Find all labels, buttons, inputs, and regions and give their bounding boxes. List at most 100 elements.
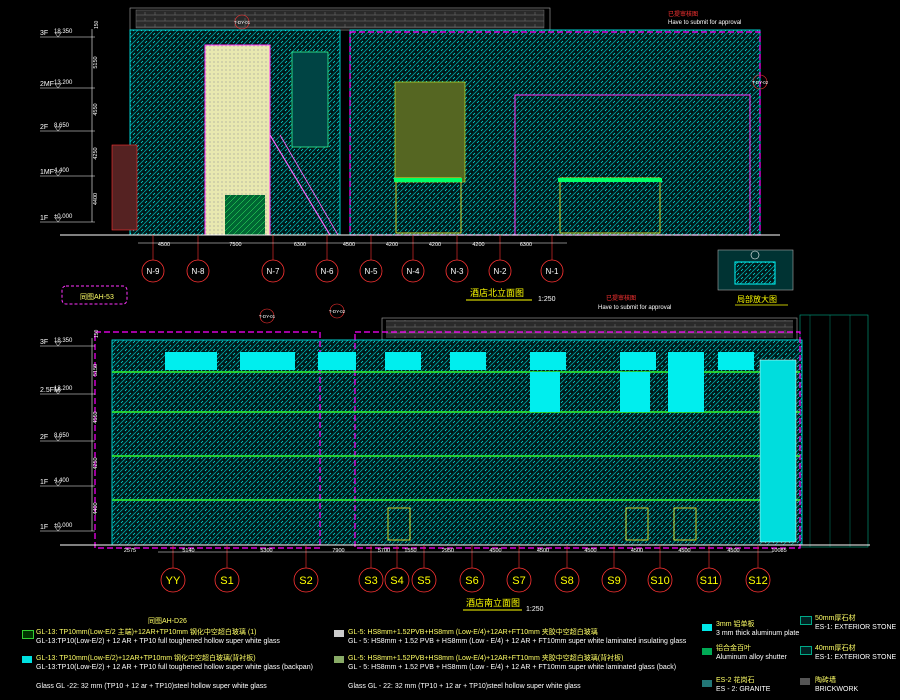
axis-spacing: 7900 — [332, 548, 344, 554]
legend-item-gl5: GL-5: HS8mm+1.52PVB+HS8mm (Low-E/4)+12AR… — [348, 628, 686, 646]
level-elevation: ±0.000 — [54, 523, 73, 529]
legend-item-aluminum-plate-zh: 3mm 铝单板 — [716, 621, 755, 628]
legend-item-gl22-b-en: Glass GL - 22: 32 mm (TP10 + 12 ar + TP1… — [348, 683, 581, 690]
legend-item-brick: 陶砖墙 BRICKWORK — [815, 676, 858, 694]
axis-label: YY — [166, 575, 181, 587]
level-dimension: 5150 — [93, 364, 99, 376]
level-label: 3F — [40, 339, 48, 346]
level-elevation: 4.400 — [54, 478, 70, 484]
south-elevation — [60, 317, 870, 549]
legend-item-gl5-en: GL - 5: HS8mm + 1.52 PVB + HS8mm (Low - … — [348, 638, 687, 645]
north-submit-note-en: Have to submit for approval — [668, 20, 741, 26]
south-level-markers: 3F 18.3502.5FM13.2002F 8.6501F 4.4001F ±0.00… — [40, 329, 100, 532]
legend-item-gl5-back: GL-5: HS8mm+1.52PVB+HS8mm (Low-E/4)+12AR… — [348, 654, 676, 672]
legend-item-aluminum-plate-en: 3 mm thick aluminum plate — [716, 630, 800, 637]
axis-label: S7 — [512, 575, 525, 587]
level-dimension: 5150 — [93, 56, 99, 68]
legend-item-shutter-zh: 铝合金百叶 — [716, 645, 751, 652]
legend-swatch-gl13-backpan — [22, 656, 32, 663]
north-tag: T-DY-02 — [752, 80, 769, 85]
level-dimension: 4550 — [93, 411, 99, 423]
north-submit-note-zh: 已提审核图 — [668, 10, 698, 18]
axis-spacing: 5140 — [182, 548, 194, 554]
axis-label: N-4 — [407, 267, 420, 276]
level-elevation: 18.350 — [54, 338, 73, 344]
level-dim-top: 150 — [94, 329, 100, 338]
axis-spacing: 10085 — [771, 548, 786, 554]
south-submit-note-zh: 已提审核图 — [606, 294, 636, 302]
south-callout: 同图AH-53 — [80, 293, 114, 301]
legend-item-gl13-backpan-en: GL-13:TP10(Low-E/2) + 12 AR + TP10 full … — [36, 664, 313, 671]
legend-item-gl5-zh: GL-5: HS8mm+1.52PVB+HS8mm (Low-E/4)+12AR… — [348, 629, 598, 636]
legend-item-gl13-backpan-zh: GL-13: TP10mm(Low-E/2)+12AR+TP10mm 钢化中空超… — [36, 655, 256, 662]
axis-spacing: 5300 — [260, 548, 272, 554]
axis-label: S2 — [299, 575, 312, 587]
legend-swatch-gl13 — [22, 630, 34, 639]
axis-spacing: 4500 — [678, 548, 690, 554]
south-elevation-scale: 1:250 — [526, 606, 544, 613]
legend-item-granite-zh: ES-2 花岗石 — [716, 677, 755, 684]
south-elevation-title: 酒店南立面图 — [466, 597, 520, 608]
level-dim-top: 150 — [94, 20, 100, 29]
axis-label: N-6 — [321, 267, 334, 276]
legend-item-stone-50: 50mm厚石材 ES-1: EXTERIOR STONE — [815, 614, 896, 632]
legend-item-gl13: GL-13: TP10mm(Low-E/2 主端)+12AR+TP10mm 钢化… — [36, 628, 280, 646]
axis-label: S12 — [748, 575, 768, 587]
axis-label: S1 — [220, 575, 233, 587]
level-dimension: 4250 — [93, 457, 99, 469]
legend-item-stone-40: 40mm厚石材 ES-1: EXTERIOR STONE — [815, 644, 896, 662]
level-label: 1MF — [40, 169, 54, 176]
north-tag: T-DY-01 — [234, 20, 251, 25]
legend-swatch-brick — [800, 678, 810, 685]
north-elevation-title: 酒店北立面图 — [470, 287, 524, 298]
axis-spacing: 4200 — [386, 242, 398, 248]
axis-spacing: 4500 — [727, 548, 739, 554]
level-label: 1F — [40, 479, 48, 486]
level-dimension: 4400 — [93, 193, 99, 205]
axis-label: S6 — [465, 575, 478, 587]
axis-spacing: 4200 — [472, 242, 484, 248]
axis-spacing: 7500 — [229, 242, 241, 248]
axis-spacing: 4500 — [489, 548, 501, 554]
legend-item-stone-40-en: ES-1: EXTERIOR STONE — [815, 654, 897, 661]
level-dimension: 4400 — [93, 502, 99, 514]
legend-item-gl22-b: Glass GL - 22: 32 mm (TP10 + 12 ar + TP1… — [348, 682, 581, 691]
legend-item-gl5-back-en: GL - 5: HS8mm + 1.52 PVB + HS8mm (Low - … — [348, 664, 677, 671]
legend-swatch-gl5 — [334, 630, 344, 637]
legend-item-brick-zh: 陶砖墙 — [815, 677, 836, 684]
legend-item-stone-50-zh: 50mm厚石材 — [815, 615, 856, 622]
legend-item-gl22: Glass GL -22: 32 mm (TP10 + 12 ar + TP10… — [36, 682, 267, 691]
legend-item-gl13-backpan: GL-13: TP10mm(Low-E/2)+12AR+TP10mm 钢化中空超… — [36, 654, 313, 672]
level-dimension: 4250 — [93, 147, 99, 159]
axis-label: S9 — [607, 575, 620, 587]
legend-swatch-stone-50 — [800, 616, 812, 625]
legend-swatch-granite — [702, 680, 712, 687]
axis-label: S11 — [700, 575, 719, 587]
legend-item-shutter: 铝合金百叶 Aluminum alloy shutter — [716, 644, 787, 662]
level-elevation: 4.400 — [54, 168, 70, 174]
legend-item-gl22-en: Glass GL -22: 32 mm (TP10 + 12 ar + TP10… — [36, 683, 267, 690]
axis-label: N-5 — [365, 267, 378, 276]
level-elevation: 8.650 — [54, 433, 70, 439]
axis-label: S8 — [560, 575, 573, 587]
level-label: 1F — [40, 524, 48, 531]
legend-swatch-shutter — [702, 648, 712, 655]
axis-label: N-3 — [451, 267, 464, 276]
level-elevation: ±0.000 — [54, 214, 73, 220]
axis-label: S3 — [364, 575, 377, 587]
axis-spacing: 2575 — [124, 548, 136, 554]
axis-label: S10 — [650, 575, 670, 587]
axis-spacing: 4500 — [343, 242, 355, 248]
axis-label: N-7 — [267, 267, 280, 276]
legend-swatch-aluminum-plate — [702, 624, 712, 631]
axis-label: N-9 — [147, 267, 160, 276]
north-level-markers: 3F 18.350 2MF 13.200 2F 8.650 1MF 4.400 1F ±0.000… — [40, 20, 100, 223]
axis-spacing: 1550 — [404, 548, 416, 554]
level-dimension: 4550 — [93, 103, 99, 115]
legend-item-gl13-en: GL-13:TP10(Low-E/2) + 12 AR + TP10 full … — [36, 638, 280, 645]
level-label: 2F — [40, 434, 48, 441]
north-elevation-scale: 1:250 — [538, 296, 556, 303]
level-elevation: 13.200 — [54, 80, 73, 86]
detail-title: 局部放大图 — [737, 294, 777, 304]
axis-spacing: 6300 — [520, 242, 532, 248]
